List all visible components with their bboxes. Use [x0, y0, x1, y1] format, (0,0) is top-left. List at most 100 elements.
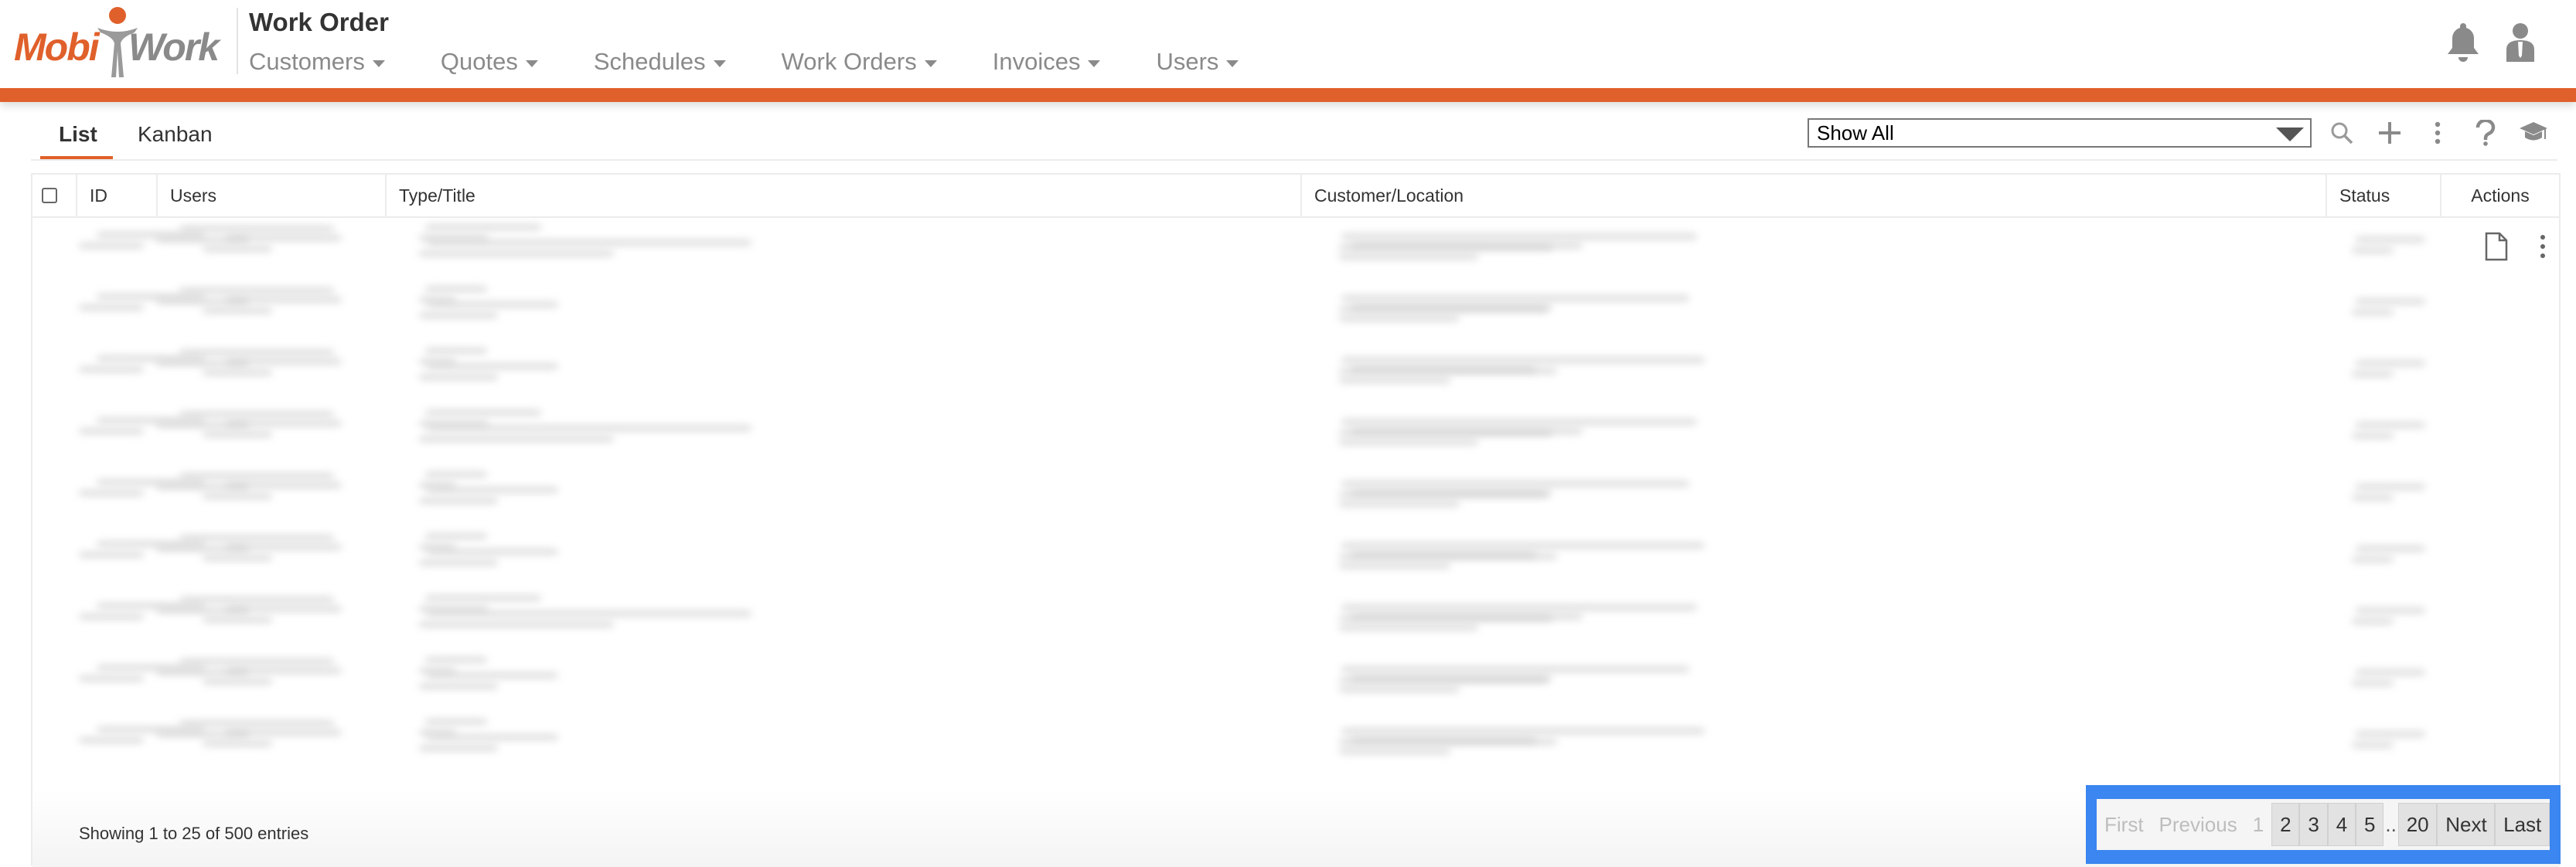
redacted-text: [424, 224, 541, 230]
select-all-cell: [32, 175, 77, 216]
column-header-customer-location[interactable]: Customer/Location: [1302, 175, 2327, 216]
select-all-checkbox[interactable]: [42, 188, 57, 203]
column-header-users[interactable]: Users: [158, 175, 387, 216]
redacted-text: [1351, 737, 1536, 743]
pagination-page-4[interactable]: 4: [2327, 803, 2356, 846]
nav-label: Customers: [249, 48, 365, 75]
redacted-text: [2352, 556, 2394, 563]
redacted-text: [419, 374, 498, 380]
header-accent-bar: [0, 88, 2576, 102]
tab-list[interactable]: List: [59, 122, 97, 147]
pagination-page-5[interactable]: 5: [2356, 803, 2384, 846]
user-icon[interactable]: [2502, 20, 2539, 63]
filter-select[interactable]: Show All: [1808, 118, 2312, 148]
table-row[interactable]: [32, 465, 2559, 527]
redacted-text: [79, 304, 144, 311]
redacted-text: [203, 678, 272, 685]
redacted-text: [1351, 675, 1552, 682]
redacted-text: [419, 559, 498, 566]
table-row[interactable]: [32, 589, 2559, 651]
caret-down-icon: [1226, 60, 1239, 67]
pagination-next[interactable]: Next: [2437, 803, 2496, 846]
redacted-text: [1341, 357, 1705, 363]
mobiwork-logo[interactable]: Mobi Work: [11, 5, 220, 79]
redacted-text: [2352, 680, 2394, 686]
redacted-text: [1339, 439, 1478, 445]
redacted-text: [1341, 481, 1689, 487]
nav-label: Users: [1156, 48, 1219, 75]
column-header-id[interactable]: ID: [77, 175, 158, 216]
redacted-text: [424, 286, 487, 292]
more-options-button[interactable]: [2423, 117, 2452, 148]
pagination-page-3[interactable]: 3: [2299, 803, 2328, 846]
help-button[interactable]: [2471, 117, 2500, 148]
pagination-page-2[interactable]: 2: [2271, 803, 2300, 846]
table-row[interactable]: [32, 403, 2559, 465]
pagination-last[interactable]: Last: [2495, 803, 2550, 846]
redacted-text: [427, 672, 558, 678]
more-vertical-icon[interactable]: [2539, 233, 2547, 260]
pagination-previous[interactable]: Previous: [2152, 803, 2245, 846]
redacted-text: [424, 533, 487, 539]
redacted-text: [424, 348, 487, 354]
tab-kanban[interactable]: Kanban: [138, 122, 213, 147]
caret-down-icon: [713, 60, 726, 67]
app-header: Mobi Work Work Order Customers Quotes Sc…: [0, 0, 2576, 88]
training-button[interactable]: [2519, 117, 2548, 148]
pagination-page-last-number[interactable]: 20: [2397, 803, 2438, 846]
redacted-text: [2356, 360, 2425, 366]
redacted-text: [1341, 728, 1705, 734]
nav-schedules[interactable]: Schedules: [594, 48, 726, 76]
header-divider: [237, 8, 238, 74]
redacted-text: [79, 737, 144, 743]
table-row[interactable]: [32, 527, 2559, 589]
redacted-text: [2356, 236, 2425, 243]
plus-icon: [2379, 122, 2401, 144]
table-row[interactable]: [32, 651, 2559, 712]
redacted-text: [179, 226, 334, 232]
redacted-text: [179, 287, 334, 294]
nav-customers[interactable]: Customers: [249, 48, 385, 76]
add-button[interactable]: [2375, 117, 2404, 148]
table-row[interactable]: [32, 342, 2559, 403]
row-actions: [2485, 232, 2547, 261]
table-row[interactable]: [32, 280, 2559, 342]
redacted-text: [2356, 422, 2425, 428]
redacted-text: [2352, 433, 2394, 439]
bell-icon[interactable]: [2445, 20, 2482, 63]
nav-label: Quotes: [440, 48, 518, 75]
pagination-first[interactable]: First: [2097, 803, 2152, 846]
document-icon[interactable]: [2485, 232, 2508, 261]
redacted-text: [179, 597, 334, 603]
nav-quotes[interactable]: Quotes: [441, 48, 538, 76]
redacted-text: [179, 411, 334, 417]
redacted-text: [1351, 366, 1536, 372]
nav-invoices[interactable]: Invoices: [993, 48, 1101, 76]
redacted-text: [419, 498, 498, 504]
redacted-text: [424, 595, 541, 601]
redacted-text: [1341, 233, 1697, 240]
column-header-status[interactable]: Status: [2327, 175, 2441, 216]
table-row[interactable]: [32, 218, 2559, 280]
redacted-text: [1339, 563, 1450, 569]
nav-work-orders[interactable]: Work Orders: [782, 48, 937, 76]
redacted-text: [226, 729, 342, 736]
table-row[interactable]: [32, 712, 2559, 774]
redacted-text: [1351, 552, 1536, 558]
nav-users[interactable]: Users: [1156, 48, 1239, 76]
column-header-type-title[interactable]: Type/Title: [387, 175, 1302, 216]
redacted-text: [2356, 298, 2425, 304]
chevron-down-icon: [2276, 128, 2304, 141]
redacted-text: [1339, 501, 1460, 507]
table-body: [32, 218, 2559, 790]
redacted-text: [203, 308, 272, 314]
redacted-text: [1351, 304, 1552, 311]
redacted-text: [203, 431, 272, 437]
help-icon: [2475, 120, 2496, 146]
search-button[interactable]: [2327, 117, 2356, 148]
redacted-text: [226, 544, 342, 550]
toolbar-divider: [31, 159, 2557, 161]
redacted-text: [203, 555, 272, 561]
pagination-page-current[interactable]: 1: [2245, 803, 2271, 846]
caret-down-icon: [924, 60, 937, 67]
